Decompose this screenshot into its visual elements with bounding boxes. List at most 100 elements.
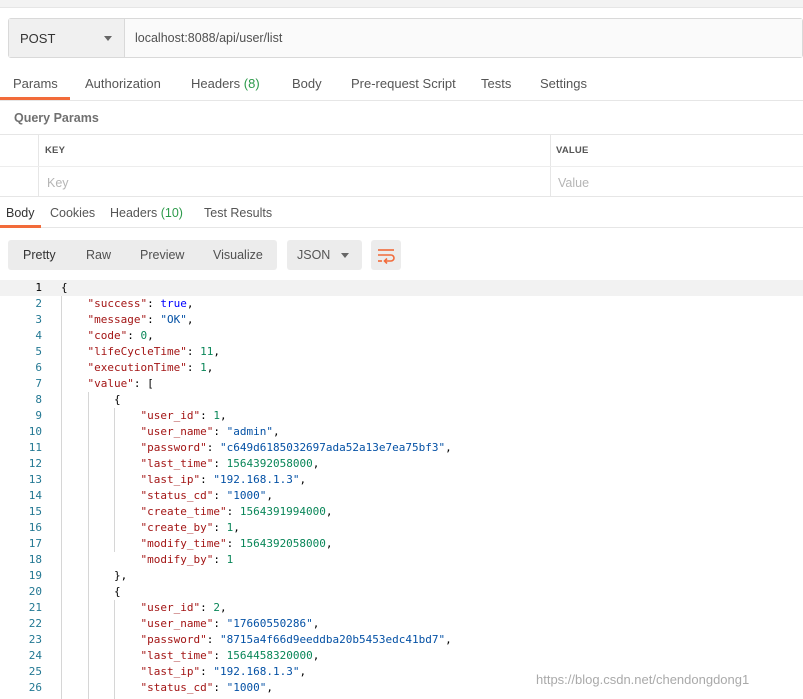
code-token: "192.168.1.3" xyxy=(213,473,300,486)
tab-params[interactable]: Params xyxy=(13,76,58,91)
tab-body[interactable]: Body xyxy=(292,76,322,91)
code-token: "message" xyxy=(87,313,148,326)
indent-guide xyxy=(114,408,115,552)
view-pretty-button[interactable]: Pretty xyxy=(23,248,56,262)
view-visualize-button[interactable]: Visualize xyxy=(213,248,263,262)
code-token: , xyxy=(299,665,307,678)
code-token: "create_time" xyxy=(140,505,227,518)
tab-authorization[interactable]: Authorization xyxy=(85,76,161,91)
line-number: 16 xyxy=(28,521,42,534)
code-token: : xyxy=(213,617,227,630)
format-select[interactable]: JSON xyxy=(287,240,362,270)
code-text: { xyxy=(61,280,68,296)
request-url-bar: POST localhost:8088/api/user/list xyxy=(8,18,803,58)
code-token: , xyxy=(312,649,320,662)
tab-cookies[interactable]: Cookies xyxy=(50,206,95,220)
key-input[interactable]: Key xyxy=(47,176,69,190)
code-token: "17660550286" xyxy=(226,617,313,630)
line-number: 13 xyxy=(28,473,42,486)
line-number: 10 xyxy=(28,425,42,438)
code-token: "success" xyxy=(87,297,148,310)
code-token: : xyxy=(226,537,240,550)
code-token: "executionTime" xyxy=(87,361,187,374)
line-number: 2 xyxy=(35,297,42,310)
line-number: 6 xyxy=(35,361,42,374)
code-token: "user_name" xyxy=(140,425,214,438)
code-text: "password": "8715a4f66d9eeddba20b5453edc… xyxy=(61,632,451,648)
code-token: 1564392058000 xyxy=(226,457,313,470)
indent-guide xyxy=(61,296,62,699)
code-token: 11 xyxy=(200,345,214,358)
table-header-row: KEY VALUE xyxy=(0,135,803,166)
response-body-viewer[interactable]: 26 "status_cd": "1000", 25 "last_ip": "19… xyxy=(0,280,803,699)
tab-pre-request-script[interactable]: Pre-request Script xyxy=(351,76,456,91)
code-line: 5 "lifeCycleTime": 11, xyxy=(0,344,803,360)
line-number: 4 xyxy=(35,329,42,342)
code-token: { xyxy=(61,393,121,406)
code-token: "8715a4f66d9eeddba20b5453edc41bd7" xyxy=(219,633,446,646)
code-text: "lifeCycleTime": 11, xyxy=(61,344,220,360)
code-token: : xyxy=(200,473,214,486)
code-line: 15 "create_time": 1564391994000, xyxy=(0,504,803,520)
code-token: , xyxy=(445,441,452,454)
code-token: "modify_time" xyxy=(140,537,227,550)
line-number: 21 xyxy=(28,601,42,614)
code-text: "last_ip": "192.168.1.3", xyxy=(61,664,306,680)
code-text: { xyxy=(61,584,121,600)
code-token: , xyxy=(186,313,194,326)
code-token: , xyxy=(206,361,214,374)
code-text: "modify_time": 1564392058000, xyxy=(61,536,333,552)
tab-response-headers[interactable]: Headers (10) xyxy=(110,206,183,220)
code-token: : xyxy=(226,505,240,518)
code-text: "last_ip": "192.168.1.3", xyxy=(61,472,306,488)
code-line: 7 "value": [ xyxy=(0,376,803,392)
code-text: "create_time": 1564391994000, xyxy=(61,504,332,520)
value-input[interactable]: Value xyxy=(558,176,589,190)
code-token: 2 xyxy=(213,601,220,614)
method-select[interactable]: POST xyxy=(9,19,125,57)
line-number: 18 xyxy=(28,553,42,566)
line-number: 19 xyxy=(28,569,42,582)
code-token: : xyxy=(200,409,214,422)
view-mode-group: Pretty Raw Preview Visualize xyxy=(8,240,277,270)
url-input[interactable]: localhost:8088/api/user/list xyxy=(125,19,802,57)
line-number: 11 xyxy=(28,441,42,454)
line-number: 3 xyxy=(35,313,42,326)
format-label: JSON xyxy=(297,248,331,262)
code-text: "last_time": 1564392058000, xyxy=(61,456,319,472)
code-token: "OK" xyxy=(160,313,187,326)
code-line: 11 "password": "c649d6185032697ada52a13e… xyxy=(0,440,803,456)
tab-headers[interactable]: Headers (8) xyxy=(191,76,260,91)
line-number: 26 xyxy=(28,681,42,694)
code-token: 1564458320000 xyxy=(226,649,313,662)
code-token: "192.168.1.3" xyxy=(213,665,300,678)
tab-response-body[interactable]: Body xyxy=(6,206,35,220)
code-token: : xyxy=(186,345,201,358)
code-line: 6 "executionTime": 1, xyxy=(0,360,803,376)
code-token: , xyxy=(325,537,333,550)
tab-settings[interactable]: Settings xyxy=(540,76,587,91)
code-text: "executionTime": 1, xyxy=(61,360,214,376)
tab-test-results[interactable]: Test Results xyxy=(204,206,272,220)
code-text: "password": "c649d6185032697ada52a13e7ea… xyxy=(61,440,452,456)
view-preview-button[interactable]: Preview xyxy=(140,248,184,262)
code-line: 1{ xyxy=(0,280,803,296)
code-line: 14 "status_cd": "1000", xyxy=(0,488,803,504)
code-line: 13 "last_ip": "192.168.1.3", xyxy=(0,472,803,488)
code-token: "last_time" xyxy=(140,457,214,470)
code-text: "message": "OK", xyxy=(61,312,194,328)
tab-tests[interactable]: Tests xyxy=(481,76,511,91)
wrap-lines-button[interactable] xyxy=(371,240,401,270)
code-token: }, xyxy=(61,569,128,582)
code-token: "create_by" xyxy=(140,521,214,534)
key-column-header: KEY xyxy=(45,145,66,156)
code-text: "user_name": "admin", xyxy=(61,424,279,440)
view-raw-button[interactable]: Raw xyxy=(86,248,111,262)
